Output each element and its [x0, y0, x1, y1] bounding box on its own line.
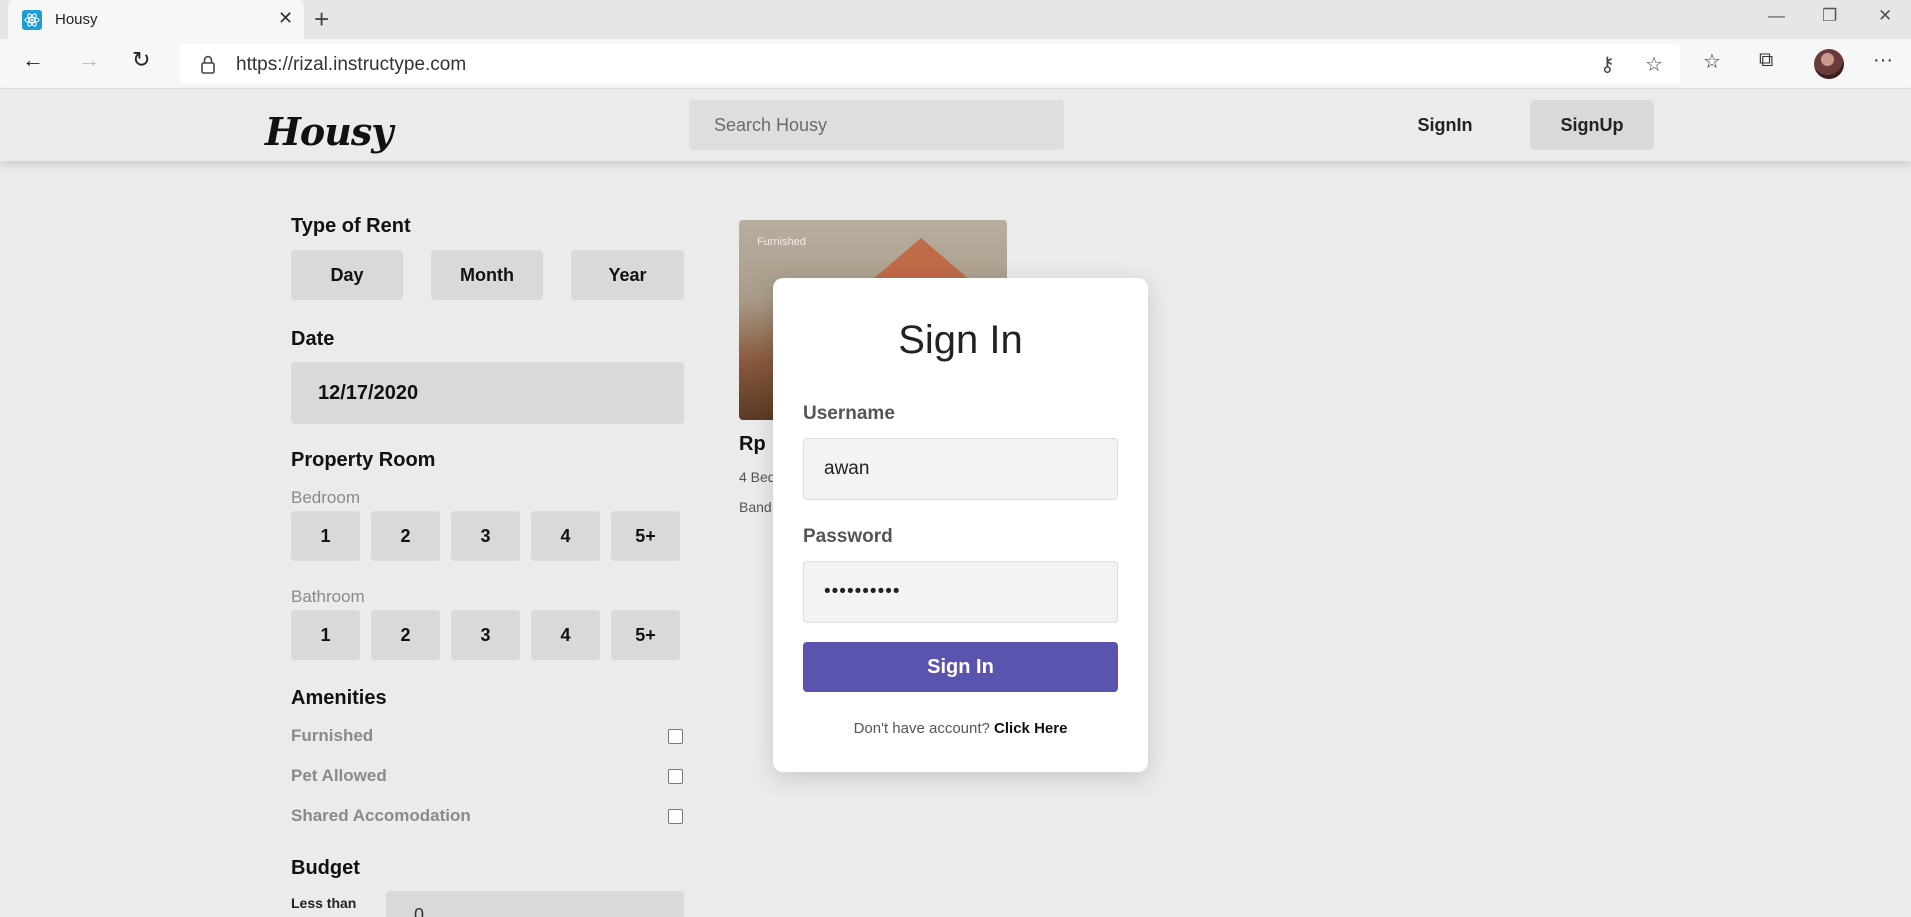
amenity-pet-allowed-label: Pet Allowed [291, 766, 387, 785]
profile-avatar[interactable] [1814, 49, 1844, 79]
signup-button[interactable]: SignUp [1530, 100, 1654, 150]
key-icon[interactable]: ⚷ [1600, 52, 1615, 77]
favorites-icon[interactable]: ☆ [1703, 49, 1721, 74]
logo-text: Housy [265, 109, 393, 154]
amenities-title: Amenities [291, 687, 387, 709]
less-than-label: Less than [291, 895, 357, 911]
window-close-icon[interactable]: ✕ [1878, 6, 1892, 26]
bathroom-option[interactable]: 4 [531, 610, 600, 660]
bathroom-label: Bathroom [291, 587, 365, 606]
browser-tab[interactable]: Housy ✕ [8, 0, 304, 39]
budget-input[interactable]: 0 [386, 891, 684, 917]
bedroom-option[interactable]: 1 [291, 511, 360, 561]
new-tab-icon[interactable]: + [314, 4, 329, 35]
signin-submit-button[interactable]: Sign In [803, 642, 1118, 692]
property-price: Rp [739, 433, 766, 455]
tab-title: Housy [55, 11, 98, 28]
password-label: Password [803, 526, 893, 547]
bathroom-option[interactable]: 3 [451, 610, 520, 660]
signin-modal: Sign In Username awan Password •••••••••… [773, 278, 1148, 772]
date-input[interactable]: 12/17/2020 [291, 362, 684, 424]
amenity-furnished-checkbox[interactable] [668, 729, 683, 744]
forward-icon[interactable]: → [78, 47, 100, 73]
bathroom-option[interactable]: 5+ [611, 610, 680, 660]
budget-title: Budget [291, 857, 360, 879]
close-tab-icon[interactable]: ✕ [278, 8, 293, 29]
rent-month-button[interactable]: Month [431, 250, 543, 300]
bathroom-option[interactable]: 1 [291, 610, 360, 660]
address-bar[interactable]: https://rizal.instructype.com ⚷ ☆ [180, 44, 1680, 84]
username-label: Username [803, 403, 895, 424]
browser-tabbar: Housy ✕ + — ❐ ✕ [0, 0, 1911, 39]
url-text: https://rizal.instructype.com [236, 54, 467, 75]
more-menu-icon[interactable]: ··· [1873, 49, 1893, 72]
app-header: Housy SignIn SignUp [0, 89, 1911, 161]
date-title: Date [291, 328, 335, 350]
property-location: Band [739, 499, 772, 515]
bedroom-option[interactable]: 5+ [611, 511, 680, 561]
signup-prompt-text: Don't have account? [853, 720, 990, 737]
modal-title: Sign In [898, 318, 1023, 362]
signin-button[interactable]: SignIn [1399, 100, 1491, 150]
furnished-badge: Furnished [757, 236, 806, 248]
rent-day-button[interactable]: Day [291, 250, 403, 300]
housy-logo[interactable]: Housy [265, 99, 393, 154]
signup-link[interactable]: Click Here [994, 720, 1067, 737]
property-rooms: 4 Bed [739, 469, 776, 485]
bedroom-option[interactable]: 2 [371, 511, 440, 561]
amenity-pet-allowed-checkbox[interactable] [668, 769, 683, 784]
signup-prompt: Don't have account? Click Here [773, 720, 1148, 737]
search-input[interactable] [689, 100, 1064, 150]
amenity-shared-label: Shared Accomodation [291, 806, 471, 825]
bedroom-option[interactable]: 4 [531, 511, 600, 561]
bedroom-option[interactable]: 3 [451, 511, 520, 561]
bedroom-label: Bedroom [291, 488, 360, 507]
favorite-star-icon[interactable]: ☆ [1645, 52, 1663, 77]
lock-icon [201, 55, 215, 74]
react-icon [22, 10, 42, 30]
type-of-rent-title: Type of Rent [291, 215, 411, 237]
username-field[interactable]: awan [803, 438, 1118, 500]
amenity-shared-checkbox[interactable] [668, 809, 683, 824]
browser-toolbar: ← → ↻ https://rizal.instructype.com ⚷ ☆ … [0, 39, 1911, 89]
back-icon[interactable]: ← [22, 47, 44, 73]
property-room-title: Property Room [291, 449, 436, 471]
refresh-icon[interactable]: ↻ [132, 47, 150, 73]
restore-icon[interactable]: ❐ [1822, 6, 1837, 26]
collections-icon[interactable]: ⧉ [1759, 49, 1773, 72]
minimize-icon[interactable]: — [1768, 6, 1785, 26]
password-field[interactable]: •••••••••• [803, 561, 1118, 623]
amenity-furnished-label: Furnished [291, 726, 374, 745]
bathroom-option[interactable]: 2 [371, 610, 440, 660]
rent-year-button[interactable]: Year [571, 250, 684, 300]
